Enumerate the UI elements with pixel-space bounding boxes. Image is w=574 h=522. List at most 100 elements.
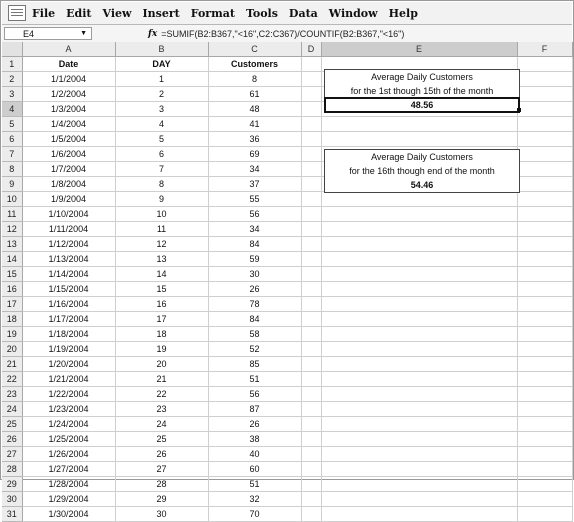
date-cell[interactable]: 1/28/2004 [22, 476, 116, 492]
date-cell[interactable]: 1/18/2004 [22, 326, 116, 342]
cell[interactable] [301, 281, 322, 297]
cell[interactable] [517, 56, 573, 72]
row-header[interactable]: 18 [2, 311, 23, 327]
cell[interactable] [301, 296, 322, 312]
date-cell[interactable]: 1/2/2004 [22, 86, 116, 102]
cell[interactable] [301, 476, 322, 492]
cell[interactable] [517, 311, 573, 327]
row-header[interactable]: 10 [2, 191, 23, 207]
date-cell[interactable]: 1/15/2004 [22, 281, 116, 297]
customers-cell[interactable]: 55 [208, 191, 302, 207]
cell[interactable] [517, 506, 573, 522]
day-cell[interactable]: 8 [115, 176, 209, 192]
date-cell[interactable]: 1/20/2004 [22, 356, 116, 372]
cell[interactable] [517, 146, 573, 162]
cell[interactable] [517, 116, 573, 132]
column-header-e[interactable]: E [321, 42, 518, 57]
cell[interactable] [301, 416, 322, 432]
customers-cell[interactable]: 32 [208, 491, 302, 507]
cell[interactable] [321, 296, 518, 312]
cell[interactable] [301, 446, 322, 462]
cell[interactable] [301, 371, 322, 387]
cell[interactable] [321, 476, 518, 492]
row-header[interactable]: 25 [2, 416, 23, 432]
menu-view[interactable]: View [103, 7, 132, 20]
name-box[interactable]: E4 ▼ [4, 27, 92, 40]
row-header[interactable]: 13 [2, 236, 23, 252]
customers-cell[interactable]: 56 [208, 206, 302, 222]
row-header[interactable]: 15 [2, 266, 23, 282]
menu-file[interactable]: File [32, 7, 55, 20]
menu-format[interactable]: Format [191, 7, 235, 20]
customers-cell[interactable]: 60 [208, 461, 302, 477]
customers-cell[interactable]: 59 [208, 251, 302, 267]
fill-handle[interactable] [517, 108, 521, 112]
cell[interactable] [301, 221, 322, 237]
row-header[interactable]: 31 [2, 506, 23, 522]
menu-edit[interactable]: Edit [66, 7, 91, 20]
customers-cell[interactable]: 78 [208, 296, 302, 312]
customers-cell[interactable]: 70 [208, 506, 302, 522]
cell[interactable] [321, 341, 518, 357]
second-half-average-value[interactable]: 54.46 [325, 178, 519, 192]
date-cell[interactable]: 1/9/2004 [22, 191, 116, 207]
customers-cell[interactable]: 40 [208, 446, 302, 462]
row-header[interactable]: 11 [2, 206, 23, 222]
cell[interactable] [517, 236, 573, 252]
cell[interactable] [517, 371, 573, 387]
date-cell[interactable]: 1/19/2004 [22, 341, 116, 357]
cell[interactable] [301, 386, 322, 402]
cell[interactable] [301, 401, 322, 417]
date-cell[interactable]: 1/1/2004 [22, 71, 116, 87]
day-cell[interactable]: 16 [115, 296, 209, 312]
cell[interactable] [321, 371, 518, 387]
row-header[interactable]: 27 [2, 446, 23, 462]
column-header-f[interactable]: F [517, 42, 573, 57]
cell[interactable] [301, 491, 322, 507]
cell[interactable] [517, 341, 573, 357]
cell[interactable] [517, 71, 573, 87]
customers-cell[interactable]: 36 [208, 131, 302, 147]
day-cell[interactable]: 11 [115, 221, 209, 237]
row-header[interactable]: 21 [2, 356, 23, 372]
cell[interactable] [321, 506, 518, 522]
row-header[interactable]: 29 [2, 476, 23, 492]
day-cell[interactable]: 13 [115, 251, 209, 267]
day-cell[interactable]: 15 [115, 281, 209, 297]
cell[interactable] [517, 476, 573, 492]
date-cell[interactable]: 1/7/2004 [22, 161, 116, 177]
day-cell[interactable]: 2 [115, 86, 209, 102]
row-header[interactable]: 30 [2, 491, 23, 507]
day-cell[interactable]: 3 [115, 101, 209, 117]
customers-cell[interactable]: 84 [208, 236, 302, 252]
cell[interactable] [321, 401, 518, 417]
day-cell[interactable]: 27 [115, 461, 209, 477]
cell[interactable] [301, 431, 322, 447]
row-header[interactable]: 16 [2, 281, 23, 297]
cell[interactable] [301, 86, 322, 102]
cell[interactable] [321, 491, 518, 507]
day-cell[interactable]: 26 [115, 446, 209, 462]
row-header[interactable]: 2 [2, 71, 23, 87]
formula-input[interactable]: =SUMIF(B2:B367,"<16",C2:C367)/COUNTIF(B2… [161, 29, 404, 39]
header-customers[interactable]: Customers [208, 56, 302, 72]
cell[interactable] [301, 251, 322, 267]
date-cell[interactable]: 1/29/2004 [22, 491, 116, 507]
cell[interactable] [301, 311, 322, 327]
workbook-icon[interactable] [8, 5, 26, 21]
function-icon[interactable]: fx [148, 29, 157, 39]
day-cell[interactable]: 4 [115, 116, 209, 132]
cell[interactable] [517, 431, 573, 447]
row-header[interactable]: 9 [2, 176, 23, 192]
date-cell[interactable]: 1/14/2004 [22, 266, 116, 282]
cell[interactable] [517, 221, 573, 237]
cell[interactable] [301, 356, 322, 372]
cell[interactable] [321, 236, 518, 252]
date-cell[interactable]: 1/21/2004 [22, 371, 116, 387]
day-cell[interactable]: 17 [115, 311, 209, 327]
row-header[interactable]: 5 [2, 116, 23, 132]
day-cell[interactable]: 14 [115, 266, 209, 282]
day-cell[interactable]: 9 [115, 191, 209, 207]
date-cell[interactable]: 1/10/2004 [22, 206, 116, 222]
cell[interactable] [517, 491, 573, 507]
